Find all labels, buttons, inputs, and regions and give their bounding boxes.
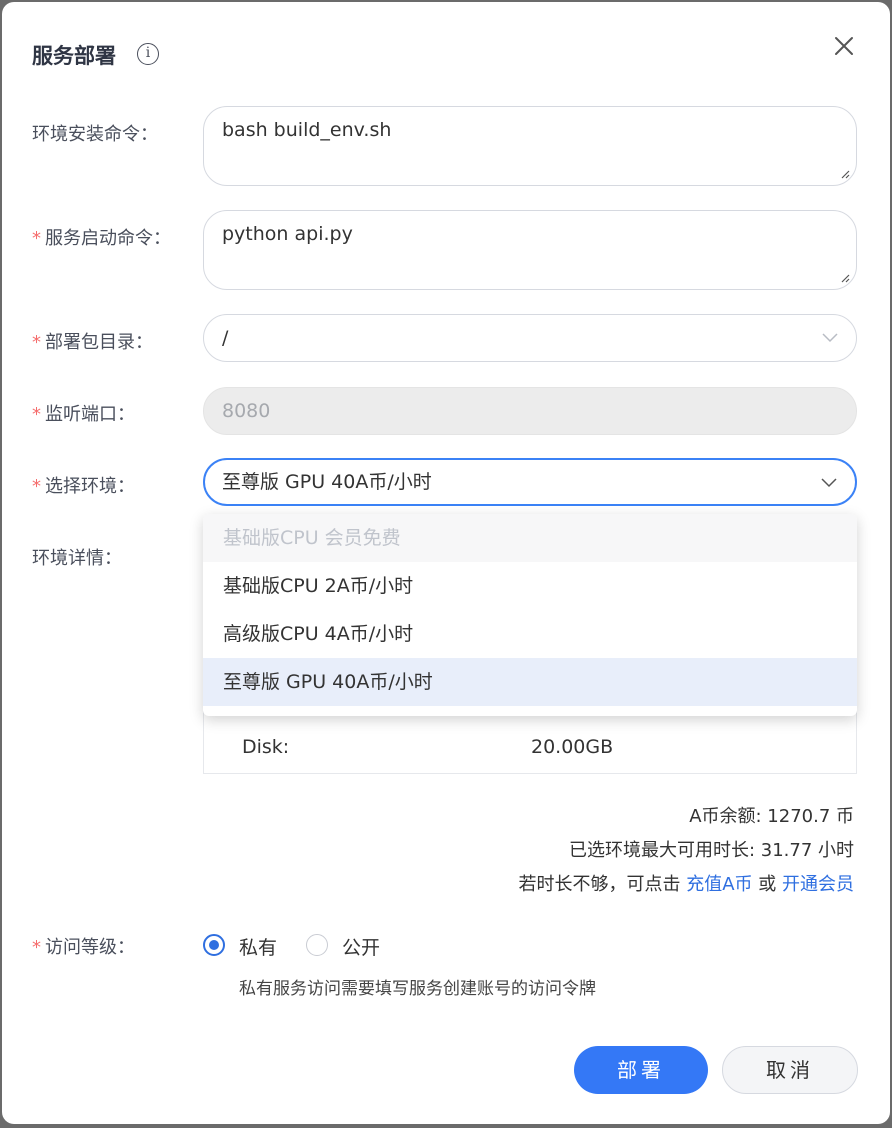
env-select-value: 至尊版 GPU 40A币/小时	[222, 471, 432, 493]
private-radio[interactable]	[203, 934, 225, 956]
required-mark: *	[32, 404, 41, 425]
resize-grip-icon[interactable]	[840, 169, 850, 179]
info-icon[interactable]: i	[137, 43, 159, 65]
required-mark: *	[32, 228, 41, 249]
deploy-button[interactable]: 部署	[574, 1046, 708, 1094]
required-mark: *	[32, 937, 41, 958]
env-select[interactable]: 至尊版 GPU 40A币/小时	[203, 458, 857, 506]
resize-grip-icon[interactable]	[840, 273, 850, 283]
access-label: * 访问等级：	[32, 937, 135, 958]
package-dir-select[interactable]: /	[203, 314, 857, 362]
recharge-line: 若时长不够，可点击 充值A币 或 开通会员	[518, 874, 854, 895]
env-option: 基础版CPU 会员免费	[203, 514, 857, 562]
env-option-selected[interactable]: 至尊版 GPU 40A币/小时	[203, 658, 857, 706]
public-radio-label[interactable]: 公开	[342, 933, 380, 960]
disk-value: 20.00GB	[531, 736, 614, 758]
start-cmd-value: python api.py	[222, 223, 353, 245]
recharge-link[interactable]: 充值A币	[686, 874, 752, 895]
env-option[interactable]: 高级版CPU 4A币/小时	[203, 610, 857, 658]
env-details-label: 环境详情：	[32, 548, 122, 569]
duration-line: 已选环境最大可用时长: 31.77 小时	[568, 840, 854, 861]
port-value: 8080	[222, 400, 271, 422]
close-icon[interactable]	[830, 32, 858, 60]
env-install-textarea[interactable]: bash build_env.sh	[203, 106, 857, 186]
chevron-down-icon	[821, 478, 837, 488]
cancel-button[interactable]: 取消	[722, 1046, 858, 1094]
public-radio[interactable]	[306, 934, 328, 956]
required-mark: *	[32, 332, 41, 353]
env-install-label: 环境安装命令：	[32, 124, 158, 145]
start-cmd-textarea[interactable]: python api.py	[203, 210, 857, 290]
port-label: * 监听端口：	[32, 404, 135, 425]
env-dropdown-menu: 基础版CPU 会员免费 基础版CPU 2A币/小时 高级版CPU 4A币/小时 …	[203, 514, 857, 716]
member-link[interactable]: 开通会员	[782, 874, 854, 895]
package-dir-label: * 部署包目录：	[32, 332, 153, 353]
balance-line: A币余额: 1270.7 币	[689, 806, 854, 827]
required-mark: *	[32, 476, 41, 497]
deploy-dialog: 服务部署 i 环境安装命令： bash build_env.sh * 服务启动命令…	[2, 2, 890, 1124]
disk-key: Disk:	[242, 736, 290, 758]
port-input: 8080	[203, 387, 857, 435]
env-option[interactable]: 基础版CPU 2A币/小时	[203, 562, 857, 610]
chevron-down-icon	[822, 333, 838, 343]
start-cmd-label: * 服务启动命令：	[32, 228, 171, 249]
access-hint: 私有服务访问需要填写服务创建账号的访问令牌	[239, 979, 596, 999]
env-select-label: * 选择环境：	[32, 476, 135, 497]
private-radio-label[interactable]: 私有	[239, 933, 277, 960]
dialog-title: 服务部署	[32, 44, 116, 68]
env-install-value: bash build_env.sh	[222, 119, 392, 141]
package-dir-value: /	[222, 327, 229, 349]
